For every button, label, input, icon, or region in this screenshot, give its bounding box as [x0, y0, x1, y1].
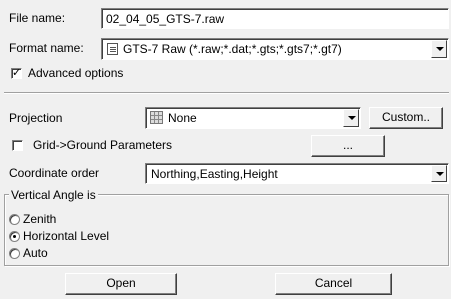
advanced-options-checkbox[interactable] — [11, 66, 22, 79]
auto-radio[interactable] — [9, 248, 20, 259]
format-name-label: Format name: — [9, 41, 84, 55]
coordinate-order-select[interactable]: Northing,Easting,Height — [145, 163, 449, 184]
cancel-button[interactable]: Cancel — [275, 273, 392, 295]
auto-label: Auto — [23, 246, 48, 260]
projection-select[interactable]: None — [145, 107, 361, 129]
open-button[interactable]: Open — [65, 273, 177, 295]
coordinate-order-label: Coordinate order — [9, 166, 100, 180]
file-name-value: 02_04_05_GTS-7.raw — [106, 12, 225, 26]
chevron-down-icon[interactable] — [431, 40, 447, 58]
format-name-value: GTS-7 Raw (*.raw;*.dat;*.gts;*.gts7;*.gt… — [123, 42, 342, 56]
custom-button[interactable]: Custom.. — [369, 107, 443, 129]
zenith-radio[interactable] — [9, 214, 20, 225]
projection-label: Projection — [9, 111, 63, 125]
file-name-label: File name: — [9, 11, 66, 25]
horizontal-level-label: Horizontal Level — [23, 229, 110, 243]
chevron-down-icon[interactable] — [343, 109, 359, 127]
format-name-select[interactable]: GTS-7 Raw (*.raw;*.dat;*.gts;*.gts7;*.gt… — [101, 38, 449, 60]
grid-ground-checkbox[interactable] — [12, 140, 23, 151]
grid-icon — [150, 111, 163, 124]
coordinate-order-value: Northing,Easting,Height — [151, 167, 278, 181]
grid-ground-label: Grid->Ground Parameters — [33, 138, 173, 152]
chevron-down-icon[interactable] — [431, 165, 447, 182]
advanced-options-label: Advanced options — [28, 66, 124, 80]
file-name-input[interactable]: 02_04_05_GTS-7.raw — [101, 8, 449, 29]
projection-value: None — [168, 111, 197, 125]
file-icon — [107, 43, 118, 55]
horizontal-level-radio[interactable] — [9, 231, 20, 242]
zenith-label: Zenith — [23, 212, 57, 226]
vertical-angle-legend: Vertical Angle is — [9, 187, 98, 203]
advanced-separator — [4, 92, 449, 94]
grid-ground-button[interactable]: ... — [311, 135, 385, 157]
